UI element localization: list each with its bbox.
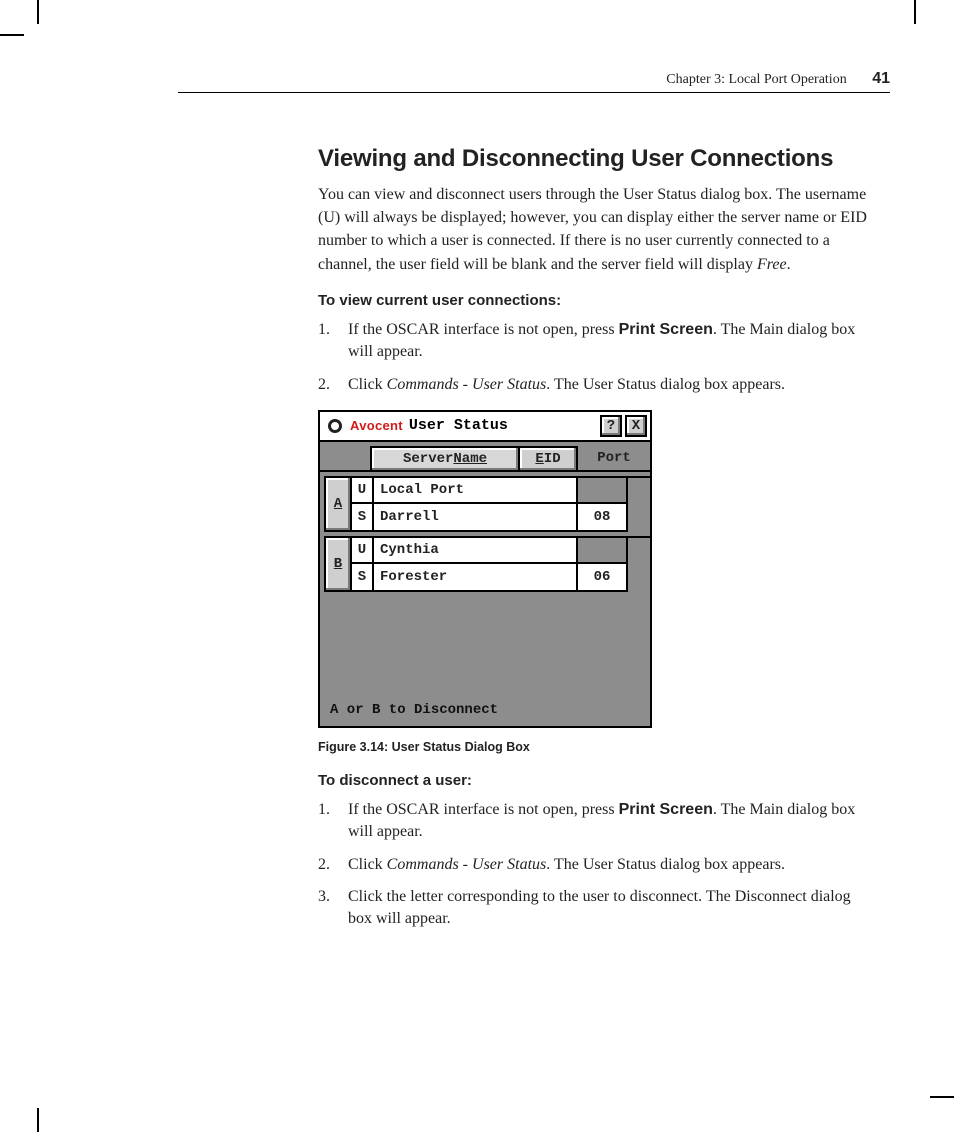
row-type: U xyxy=(352,538,374,564)
table-row: U Local Port xyxy=(352,476,650,504)
table-row: U Cynthia xyxy=(352,536,650,564)
col-name-label: Name xyxy=(453,451,487,467)
row-port xyxy=(578,538,628,564)
step-text: Click the letter corresponding to the us… xyxy=(348,888,851,927)
row-type: S xyxy=(352,504,374,532)
step-number: 3. xyxy=(318,886,330,908)
view-heading: To view current user connections: xyxy=(318,292,878,309)
step-text: If the OSCAR interface is not open, pres… xyxy=(348,801,619,818)
step-number: 2. xyxy=(318,374,330,396)
col-server-prefix: Server xyxy=(403,451,453,467)
step-text: If the OSCAR interface is not open, pres… xyxy=(348,321,619,338)
close-button[interactable]: X xyxy=(625,415,647,437)
view-steps: 1. If the OSCAR interface is not open, p… xyxy=(318,319,878,396)
letter-b: B xyxy=(334,556,342,572)
crop-mark xyxy=(930,1096,954,1098)
crop-mark xyxy=(0,34,24,36)
step-bold: Print Screen xyxy=(619,321,713,338)
step-italic: Commands - User Status xyxy=(387,376,547,393)
list-item: 2. Click Commands - User Status. The Use… xyxy=(318,374,878,396)
column-port-label: Port xyxy=(578,446,650,470)
step-text: Click xyxy=(348,376,387,393)
step-text: . The User Status dialog box appears. xyxy=(546,376,785,393)
dialog-titlebar: Avocent User Status ? X xyxy=(320,412,650,442)
intro-free: Free xyxy=(757,256,787,273)
letter-a: A xyxy=(334,496,342,512)
disconnect-heading: To disconnect a user: xyxy=(318,772,878,789)
row-port xyxy=(578,478,628,504)
disconnect-steps: 1. If the OSCAR interface is not open, p… xyxy=(318,799,878,931)
list-item: 2. Click Commands - User Status. The Use… xyxy=(318,854,878,876)
step-bold: Print Screen xyxy=(619,801,713,818)
step-text: . The User Status dialog box appears. xyxy=(546,856,785,873)
crop-mark xyxy=(914,0,916,24)
help-button[interactable]: ? xyxy=(600,415,622,437)
step-number: 1. xyxy=(318,319,330,341)
step-text: Click xyxy=(348,856,387,873)
user-status-dialog: Avocent User Status ? X Server Name EID xyxy=(318,410,652,728)
figure-caption: Figure 3.14: User Status Dialog Box xyxy=(318,740,878,754)
row-name: Forester xyxy=(374,564,578,592)
column-headers: Server Name EID Port xyxy=(320,442,650,472)
row-name: Local Port xyxy=(374,478,578,504)
table-row: S Darrell 08 xyxy=(352,504,650,532)
col-eid-u: E xyxy=(535,451,543,467)
header-rule xyxy=(178,92,890,93)
row-name: Cynthia xyxy=(374,538,578,564)
table-row: S Forester 06 xyxy=(352,564,650,592)
row-type: U xyxy=(352,478,374,504)
dialog-title: User Status xyxy=(409,417,600,434)
step-number: 1. xyxy=(318,799,330,821)
disconnect-b-button[interactable]: B xyxy=(324,536,352,592)
section-title: Viewing and Disconnecting User Connectio… xyxy=(318,145,878,173)
list-item: 3. Click the letter corresponding to the… xyxy=(318,886,878,931)
column-eid-tab[interactable]: EID xyxy=(518,446,578,470)
column-server-name-tab[interactable]: Server Name xyxy=(370,446,520,470)
running-header-chapter: Chapter 3: Local Port Operation xyxy=(666,72,846,87)
avocent-logo-icon xyxy=(324,415,346,437)
figure-user-status-dialog: Avocent User Status ? X Server Name EID xyxy=(318,410,878,728)
dialog-footer-hint: A or B to Disconnect xyxy=(320,592,650,726)
row-port: 08 xyxy=(578,504,628,532)
list-item: 1. If the OSCAR interface is not open, p… xyxy=(318,799,878,844)
close-icon: X xyxy=(632,418,640,434)
intro-paragraph: You can view and disconnect users throug… xyxy=(318,183,878,276)
row-name: Darrell xyxy=(374,504,578,532)
help-icon: ? xyxy=(607,418,615,434)
intro-text-b: . xyxy=(787,256,791,273)
step-italic: Commands - User Status xyxy=(387,856,547,873)
crop-mark xyxy=(37,0,39,24)
disconnect-a-button[interactable]: A xyxy=(324,476,352,532)
brand-text: Avocent xyxy=(350,418,403,433)
row-port: 06 xyxy=(578,564,628,592)
crop-mark xyxy=(37,1108,39,1132)
list-item: 1. If the OSCAR interface is not open, p… xyxy=(318,319,878,364)
page-number: 41 xyxy=(872,70,890,87)
row-type: S xyxy=(352,564,374,592)
step-number: 2. xyxy=(318,854,330,876)
